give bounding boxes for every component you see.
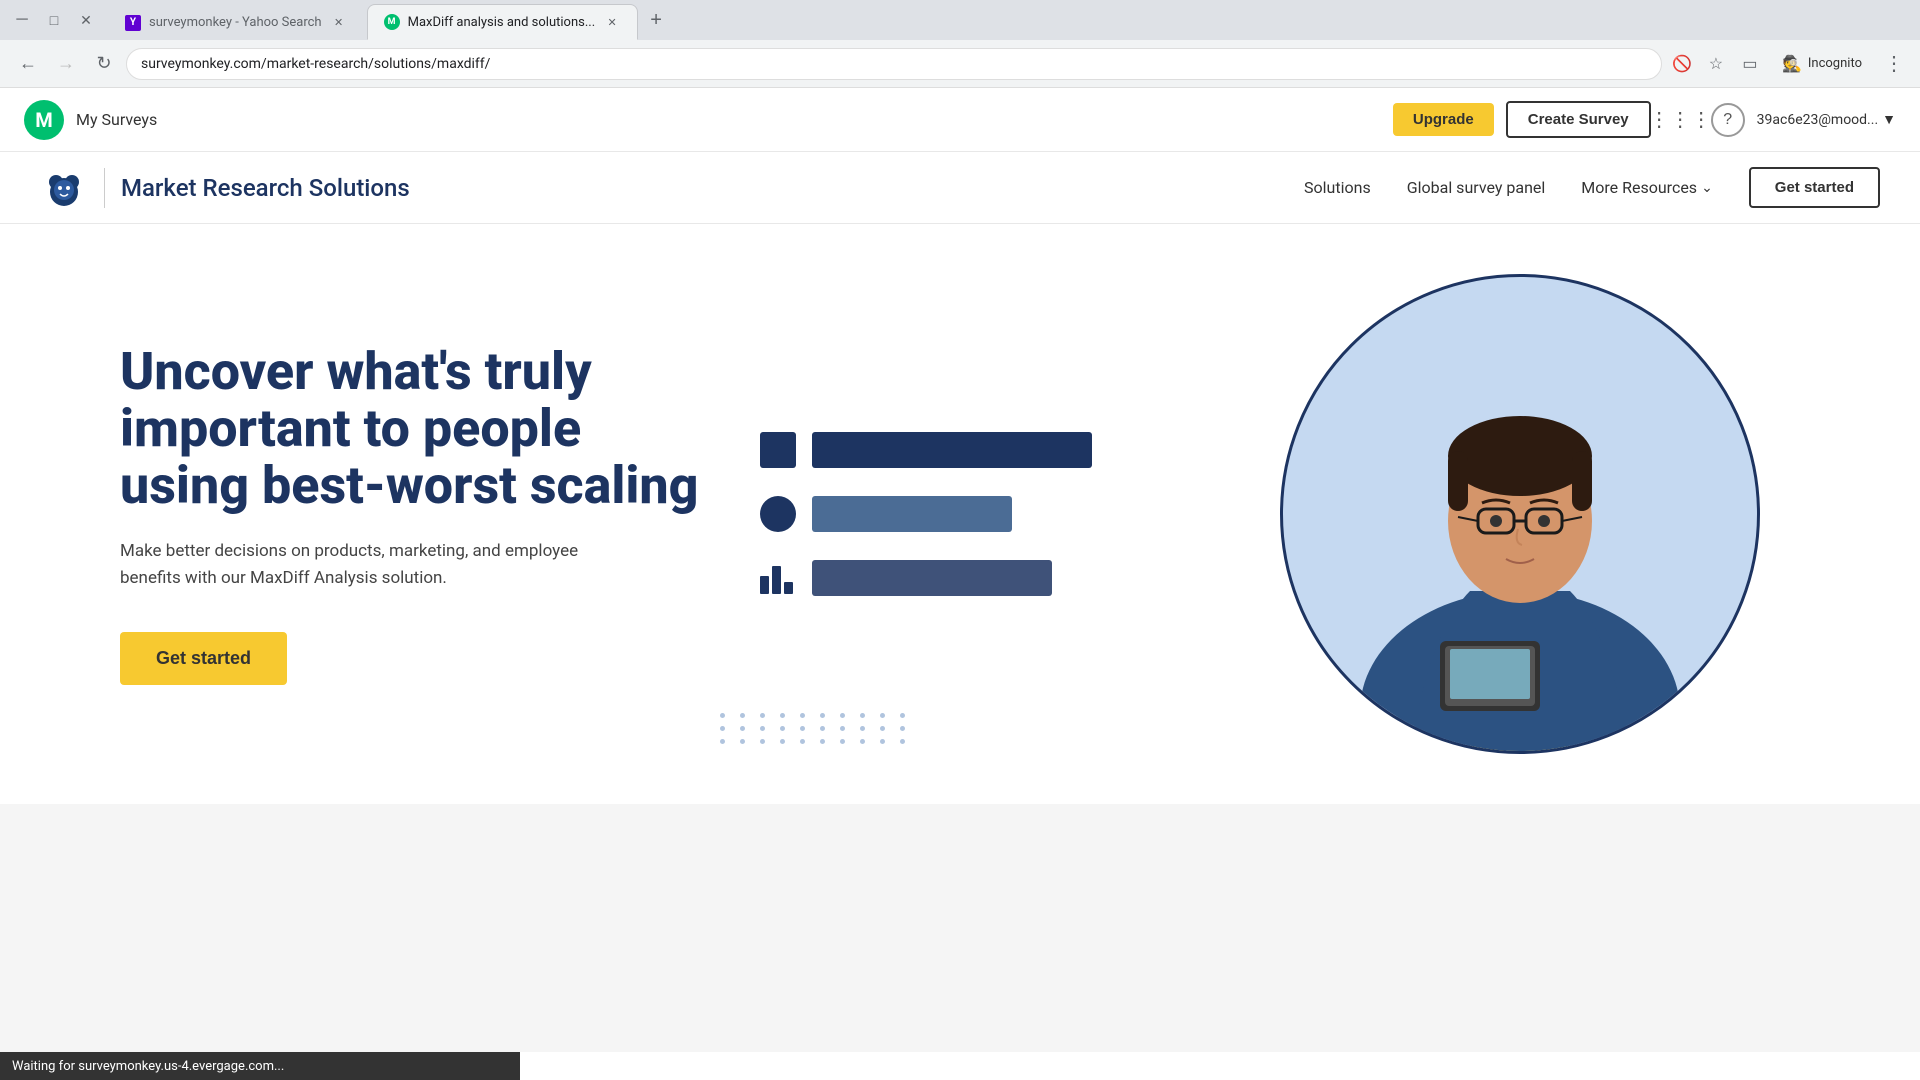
surveymonkey-logo-icon[interactable]: M (24, 100, 64, 140)
app-header-left: M My Surveys (24, 100, 157, 140)
browser-tab-2[interactable]: M MaxDiff analysis and solutions... ✕ (367, 4, 639, 40)
person-circle-container (1280, 274, 1760, 754)
user-account-menu[interactable]: 39ac6e23@mood... ▼ (1757, 111, 1896, 128)
user-email-label: 39ac6e23@mood... (1757, 112, 1879, 128)
sub-header-nav: Solutions Global survey panel More Resou… (1304, 167, 1880, 208)
chart-row-2 (760, 496, 1092, 532)
svg-text:M: M (35, 108, 53, 132)
forward-button[interactable]: → (50, 48, 82, 80)
app-header-right: Upgrade Create Survey ⋮⋮⋮ ? 39ac6e23@moo… (1393, 101, 1896, 138)
more-resources-label: More Resources (1581, 178, 1697, 197)
browser-tab-1[interactable]: Y surveymonkey - Yahoo Search ✕ (108, 4, 365, 40)
window-controls: ─ □ ✕ (8, 0, 108, 40)
chart-row-1 (760, 432, 1092, 468)
upgrade-button[interactable]: Upgrade (1393, 103, 1494, 136)
more-resources-dropdown[interactable]: More Resources ⌄ (1581, 178, 1713, 197)
nav-right-controls: 🚫 ☆ ▭ 🕵 Incognito ⋮ (1668, 50, 1908, 78)
solutions-nav-link[interactable]: Solutions (1304, 178, 1371, 197)
hero-content: Uncover what's truly important to people… (120, 343, 700, 686)
hero-visual (700, 264, 1840, 764)
app-header: M My Surveys Upgrade Create Survey ⋮⋮⋮ ?… (0, 88, 1920, 152)
chart-illustration (760, 432, 1092, 596)
camera-block-icon[interactable]: 🚫 (1668, 50, 1696, 78)
incognito-label: Incognito (1808, 56, 1862, 71)
chart-mini-bars-icon (760, 560, 796, 596)
person-illustration (1310, 291, 1730, 751)
chart-bar-1 (812, 432, 1092, 468)
address-bar-url: surveymonkey.com/market-research/solutio… (141, 56, 490, 72)
close-button[interactable]: ✕ (72, 6, 100, 34)
apps-grid-icon[interactable]: ⋮⋮⋮ (1663, 102, 1699, 138)
tab1-title: surveymonkey - Yahoo Search (149, 15, 322, 30)
page-content: M My Surveys Upgrade Create Survey ⋮⋮⋮ ?… (0, 88, 1920, 1052)
footer-area (0, 804, 1920, 1052)
create-survey-button[interactable]: Create Survey (1506, 101, 1651, 138)
hero-section: Uncover what's truly important to people… (0, 224, 1920, 804)
browser-titlebar: ─ □ ✕ Y surveymonkey - Yahoo Search ✕ M … (0, 0, 1920, 40)
tab2-favicon: M (384, 14, 400, 30)
new-tab-button[interactable]: + (640, 4, 672, 36)
chart-circle-icon (760, 496, 796, 532)
incognito-icon: 🕵 (1782, 54, 1802, 73)
sub-header: Market Research Solutions Solutions Glob… (0, 152, 1920, 224)
global-survey-panel-link[interactable]: Global survey panel (1407, 178, 1546, 197)
sub-header-left: Market Research Solutions (40, 164, 410, 212)
chart-bar-3 (812, 560, 1052, 596)
hero-cta-button[interactable]: Get started (120, 632, 287, 685)
status-bar: Waiting for surveymonkey.us-4.evergage.c… (0, 1052, 520, 1080)
tab1-favicon: Y (125, 15, 141, 31)
maximize-button[interactable]: □ (40, 6, 68, 34)
dot-grid-decoration (720, 713, 912, 744)
browser-menu-icon[interactable]: ⋮ (1880, 50, 1908, 78)
chart-bar-2 (812, 496, 1012, 532)
status-bar-message: Waiting for surveymonkey.us-4.evergage.c… (12, 1059, 284, 1074)
help-icon[interactable]: ? (1711, 103, 1745, 137)
get-started-header-button[interactable]: Get started (1749, 167, 1880, 208)
browser-sidebar-icon[interactable]: ▭ (1736, 50, 1764, 78)
tab2-close-button[interactable]: ✕ (603, 13, 621, 31)
my-surveys-link[interactable]: My Surveys (76, 110, 157, 129)
mrs-title: Market Research Solutions (121, 174, 410, 202)
tab2-title: MaxDiff analysis and solutions... (408, 15, 596, 30)
mrs-logo-icon (40, 164, 88, 212)
chart-square-icon (760, 432, 796, 468)
account-chevron-icon: ▼ (1882, 111, 1896, 128)
incognito-indicator: 🕵 Incognito (1770, 50, 1874, 77)
back-button[interactable]: ← (12, 48, 44, 80)
address-bar[interactable]: surveymonkey.com/market-research/solutio… (126, 48, 1662, 80)
chart-row-3 (760, 560, 1092, 596)
bookmark-star-icon[interactable]: ☆ (1702, 50, 1730, 78)
tabs-container: Y surveymonkey - Yahoo Search ✕ M MaxDif… (108, 0, 1920, 40)
browser-navbar: ← → ↻ surveymonkey.com/market-research/s… (0, 40, 1920, 88)
refresh-button[interactable]: ↻ (88, 48, 120, 80)
sub-header-divider (104, 168, 105, 208)
minimize-button[interactable]: ─ (8, 6, 36, 34)
more-resources-chevron-icon: ⌄ (1701, 180, 1713, 196)
tab1-close-button[interactable]: ✕ (330, 14, 348, 32)
hero-subtitle: Make better decisions on products, marke… (120, 538, 620, 592)
hero-title: Uncover what's truly important to people… (120, 343, 700, 515)
